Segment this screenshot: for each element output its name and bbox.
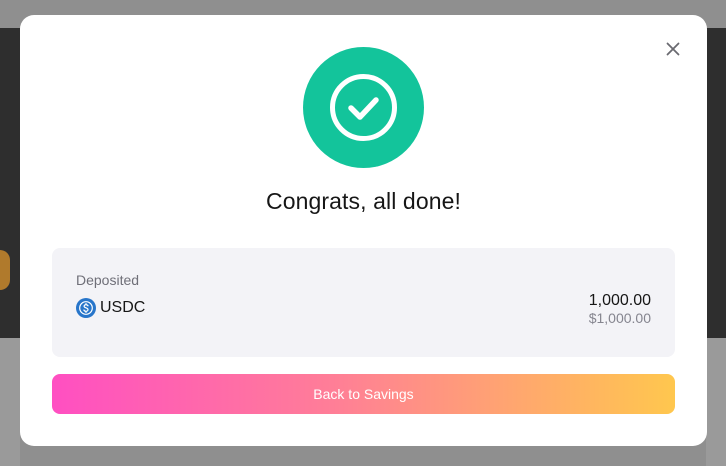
background-footer-left	[0, 338, 20, 466]
amount-block: 1,000.00 $1,000.00	[589, 292, 651, 326]
back-to-savings-button[interactable]: Back to Savings	[52, 374, 675, 414]
background-panel-right	[706, 28, 726, 338]
usdc-icon	[76, 298, 96, 318]
modal-title: Congrats, all done!	[266, 188, 461, 214]
close-button[interactable]	[661, 37, 685, 61]
deposit-label: Deposited	[76, 272, 140, 288]
background-footer-right	[706, 338, 726, 466]
deposit-amount: 1,000.00	[588, 292, 651, 309]
deposit-summary-card: Deposited USDC 1,000.00 $1,000.00	[52, 248, 675, 357]
background-panel-left	[0, 28, 20, 338]
background-accent	[0, 250, 10, 290]
close-icon[interactable]	[661, 37, 685, 61]
success-badge	[303, 47, 424, 168]
asset-name: USDC	[100, 299, 146, 316]
asset-row: USDC	[76, 298, 145, 318]
success-modal: Congrats, all done! Deposited USDC 1,000…	[20, 15, 707, 446]
checkmark-circle-icon	[330, 74, 397, 141]
deposit-amount-usd: $1,000.00	[588, 310, 651, 326]
